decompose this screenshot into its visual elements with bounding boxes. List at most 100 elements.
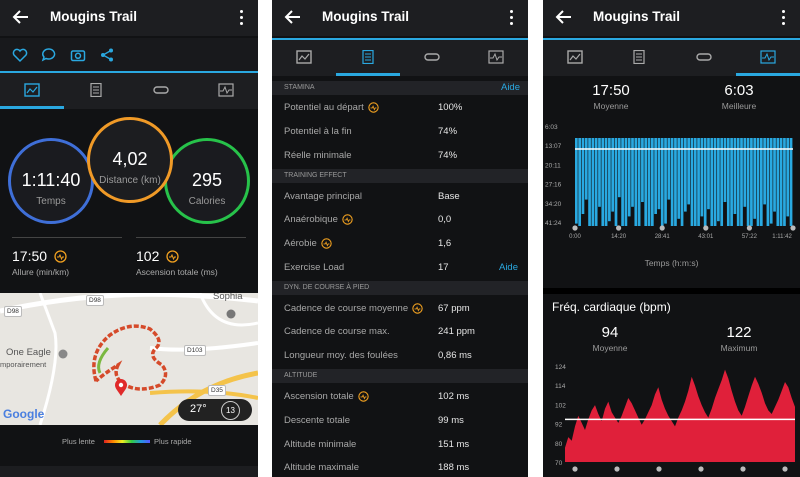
place-label-one-eagle: One Eagle [6, 347, 51, 358]
tab-summary[interactable] [0, 73, 64, 109]
temperature-value: 27° [190, 403, 207, 415]
pace-scrub-dot [703, 225, 709, 231]
pace-bar [776, 138, 780, 226]
tab-summary[interactable] [272, 40, 336, 76]
share-icon[interactable] [99, 47, 115, 63]
distance-circle: 4,02 Distance (km) [87, 117, 173, 203]
hr-average-value: 94 [601, 324, 619, 341]
row-label: Cadence de course moyenne [284, 303, 409, 314]
pace-bar [617, 138, 621, 198]
tab-laps[interactable] [671, 40, 736, 76]
pace-bar [644, 138, 648, 226]
hr-y-tick: 80 [555, 441, 563, 448]
hr-chart-svg: 124 114 102 92 80 70 [555, 364, 795, 472]
row-label: Anaérobique [284, 214, 338, 225]
detail-row: Longueur moy. des foulées 0,86 ms [272, 344, 528, 368]
pace-chart[interactable]: 6:03 13:07 20:11 27:16 34:20 41:24 0:00 14:20 28… [543, 118, 800, 278]
pace-bar [614, 138, 618, 226]
comment-icon[interactable] [41, 47, 57, 63]
chart-icon [217, 83, 234, 97]
tab-bar [543, 38, 800, 76]
row-label: Ascension totale [284, 391, 354, 402]
chart-icon [760, 50, 776, 64]
app-bar: Mougins Trail [272, 0, 528, 36]
heart-icon[interactable] [12, 47, 28, 63]
time-label: Temps [36, 196, 66, 207]
heart-rate-chart[interactable]: 124 114 102 92 80 70 [543, 358, 800, 477]
pace-y-tick: 34:20 [545, 201, 562, 208]
exercise-load-help-link[interactable]: Aide [499, 256, 518, 280]
pace-average-label: Moyenne [593, 101, 629, 111]
row-value: 17 [438, 262, 449, 273]
pace-y-tick: 41:24 [545, 220, 562, 227]
details-screen: Mougins Trail STAMINA Aide Potentiel au … [272, 0, 528, 477]
pace-x-tick: 1:11:42 [772, 234, 792, 240]
weather-widget[interactable]: 27° 13 [178, 399, 252, 421]
pace-bar [766, 138, 770, 226]
hr-y-tick: 124 [555, 364, 566, 371]
pace-bar [604, 138, 608, 226]
activity-title: Mougins Trail [50, 9, 138, 24]
pace-bar [608, 138, 611, 222]
detail-row: Avantage principal Base [272, 185, 528, 209]
tab-charts[interactable] [193, 73, 258, 109]
stamina-help-link[interactable]: Aide [501, 82, 520, 93]
detail-row: Cadence de course max. 241 ppm [272, 320, 528, 344]
pace-label: Allure (min/km) [12, 267, 70, 277]
pace-bar [763, 138, 766, 205]
pace-bar [647, 138, 651, 226]
tab-details[interactable] [336, 40, 400, 76]
tab-details[interactable] [64, 73, 128, 109]
hr-scrub-dot [656, 466, 662, 472]
more-options-icon[interactable] [782, 10, 786, 26]
pace-gradient-bar [104, 440, 150, 443]
tab-details[interactable] [607, 40, 671, 76]
row-value: 151 ms [438, 439, 470, 450]
app-bar: Mougins Trail [0, 0, 258, 36]
map-pin-icon[interactable] [114, 379, 128, 397]
pace-bar [591, 138, 595, 226]
pace-y-tick: 13:07 [545, 143, 562, 150]
camera-icon[interactable] [70, 47, 86, 63]
section-stamina: STAMINA [272, 81, 528, 95]
row-value: 100% [438, 102, 463, 113]
pace-bar [664, 138, 667, 224]
tab-laps[interactable] [128, 73, 193, 109]
section-divider [543, 288, 800, 294]
tab-laps[interactable] [400, 40, 464, 76]
charts-screen: Mougins Trail 17:50 Moyenne 6:03 Meilleu… [543, 0, 800, 477]
back-arrow-icon[interactable] [284, 8, 302, 26]
pace-chart-svg: 6:03 13:07 20:11 27:16 34:20 41:24 0:00 14:20 28… [545, 124, 796, 240]
detail-row: Ascension totale 102 ms [272, 385, 528, 409]
tab-charts[interactable] [736, 40, 800, 76]
row-value: 74% [438, 150, 458, 161]
more-options-icon[interactable] [240, 10, 244, 26]
pace-bar [621, 138, 624, 226]
pace-bar [697, 138, 700, 226]
row-value: 67 ppm [438, 303, 470, 314]
pace-bar [730, 138, 733, 226]
tab-bar [272, 38, 528, 76]
row-label: Réelle minimale [284, 150, 352, 161]
wind-speed: 13 [221, 401, 240, 420]
back-arrow-icon[interactable] [12, 8, 30, 26]
section-running-dynamics: DYN. DE COURSE À PIED [272, 281, 528, 295]
tab-charts[interactable] [464, 40, 528, 76]
back-arrow-icon[interactable] [555, 8, 573, 26]
hr-scrub-dot [740, 466, 746, 472]
pace-bar [710, 138, 714, 226]
pace-bar [720, 138, 724, 226]
loop-icon [152, 86, 169, 94]
more-options-icon[interactable] [510, 10, 514, 26]
pace-x-tick: 57:22 [742, 234, 758, 240]
route-map[interactable]: D98 D98 D103 D35 Sophia One Eagle mporai… [0, 293, 258, 425]
performance-icon [166, 250, 179, 263]
pace-bar [756, 138, 760, 226]
action-bar [0, 38, 258, 72]
tab-summary[interactable] [543, 40, 607, 76]
performance-icon [412, 303, 423, 314]
location-marker-icon [58, 349, 68, 359]
legend-slow: Plus lente [62, 437, 95, 446]
pace-bar [588, 138, 591, 226]
detail-row: Altitude maximale 188 ms [272, 456, 528, 477]
